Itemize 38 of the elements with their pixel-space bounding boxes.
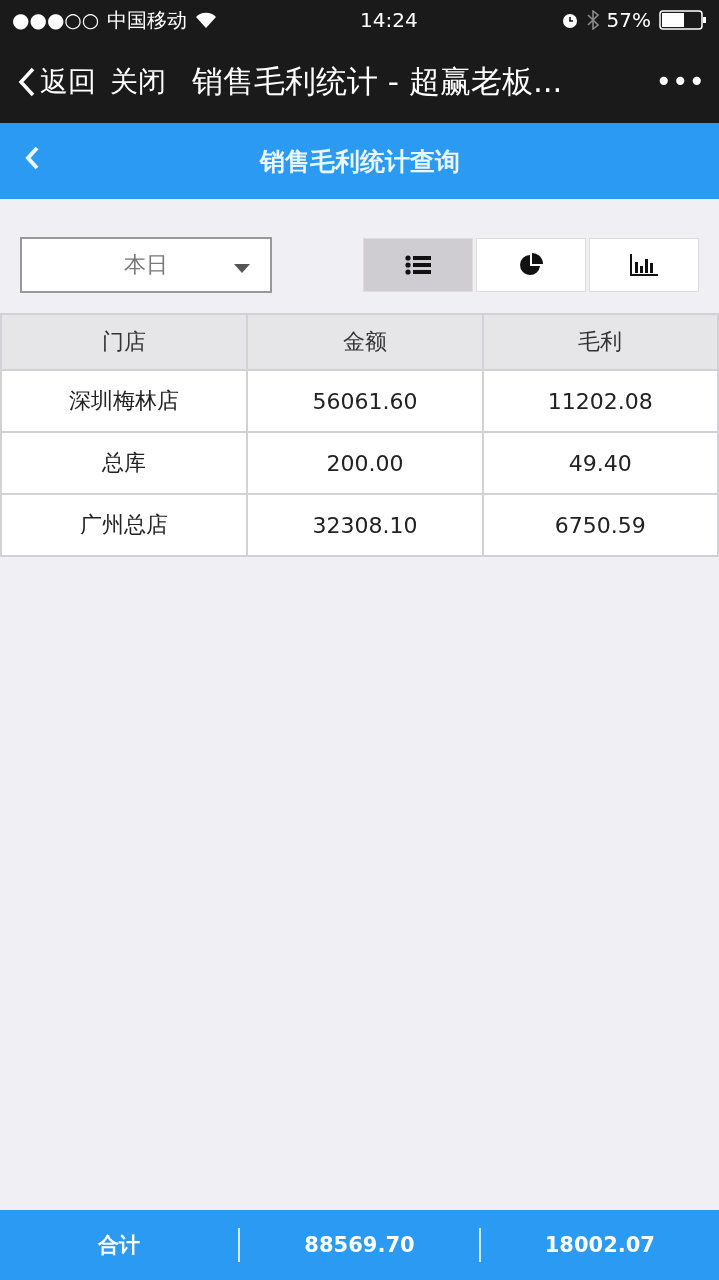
table-cell: 11202.08 bbox=[482, 370, 718, 432]
pie-chart-icon bbox=[519, 253, 543, 277]
table-cell: 6750.59 bbox=[482, 494, 718, 556]
bluetooth-icon bbox=[586, 10, 599, 30]
view-toggle-button[interactable] bbox=[476, 238, 586, 292]
battery-icon bbox=[659, 10, 707, 30]
alarm-clock-icon bbox=[560, 11, 579, 29]
table-cell: 200.00 bbox=[247, 432, 483, 494]
total-label: 合计 bbox=[97, 1232, 142, 1259]
carrier-name: 中国移动 bbox=[107, 6, 188, 34]
battery-percent: 57% bbox=[606, 8, 651, 32]
view-toggle-button[interactable] bbox=[589, 238, 699, 292]
signal-strength: ●●●○○ bbox=[12, 8, 100, 32]
chevron-left-icon bbox=[18, 66, 36, 97]
table-cell: 32308.10 bbox=[247, 494, 483, 556]
more-button[interactable]: ••• bbox=[655, 65, 705, 98]
header-title: 销售毛利统计查询 bbox=[259, 145, 460, 178]
table-cell: 49.40 bbox=[482, 432, 718, 494]
table-cell: 深圳梅林店 bbox=[1, 370, 248, 432]
total-profit: 18002.07 bbox=[543, 1233, 656, 1257]
view-toggle-button[interactable] bbox=[363, 238, 473, 292]
column-header: 金额 bbox=[247, 314, 483, 370]
table-cell: 广州总店 bbox=[1, 494, 248, 556]
back-button[interactable]: 返回 bbox=[18, 62, 96, 101]
table-cell: 总库 bbox=[1, 432, 248, 494]
column-header: 毛利 bbox=[482, 314, 718, 370]
total-amount: 88569.70 bbox=[303, 1233, 416, 1257]
page-title: 销售毛利统计 - 超赢老板... bbox=[192, 61, 564, 101]
column-header: 门店 bbox=[1, 314, 248, 370]
period-dropdown[interactable]: 本日 bbox=[20, 237, 272, 293]
list-icon bbox=[405, 255, 431, 275]
wifi-icon bbox=[195, 12, 218, 28]
caret-icon bbox=[234, 264, 250, 273]
status-time: 14:24 bbox=[360, 8, 418, 32]
table-cell: 56061.60 bbox=[247, 370, 483, 432]
chevron-left-icon bbox=[24, 145, 40, 171]
bar-chart-icon bbox=[630, 254, 658, 276]
close-button[interactable]: 关闭 bbox=[110, 62, 166, 101]
